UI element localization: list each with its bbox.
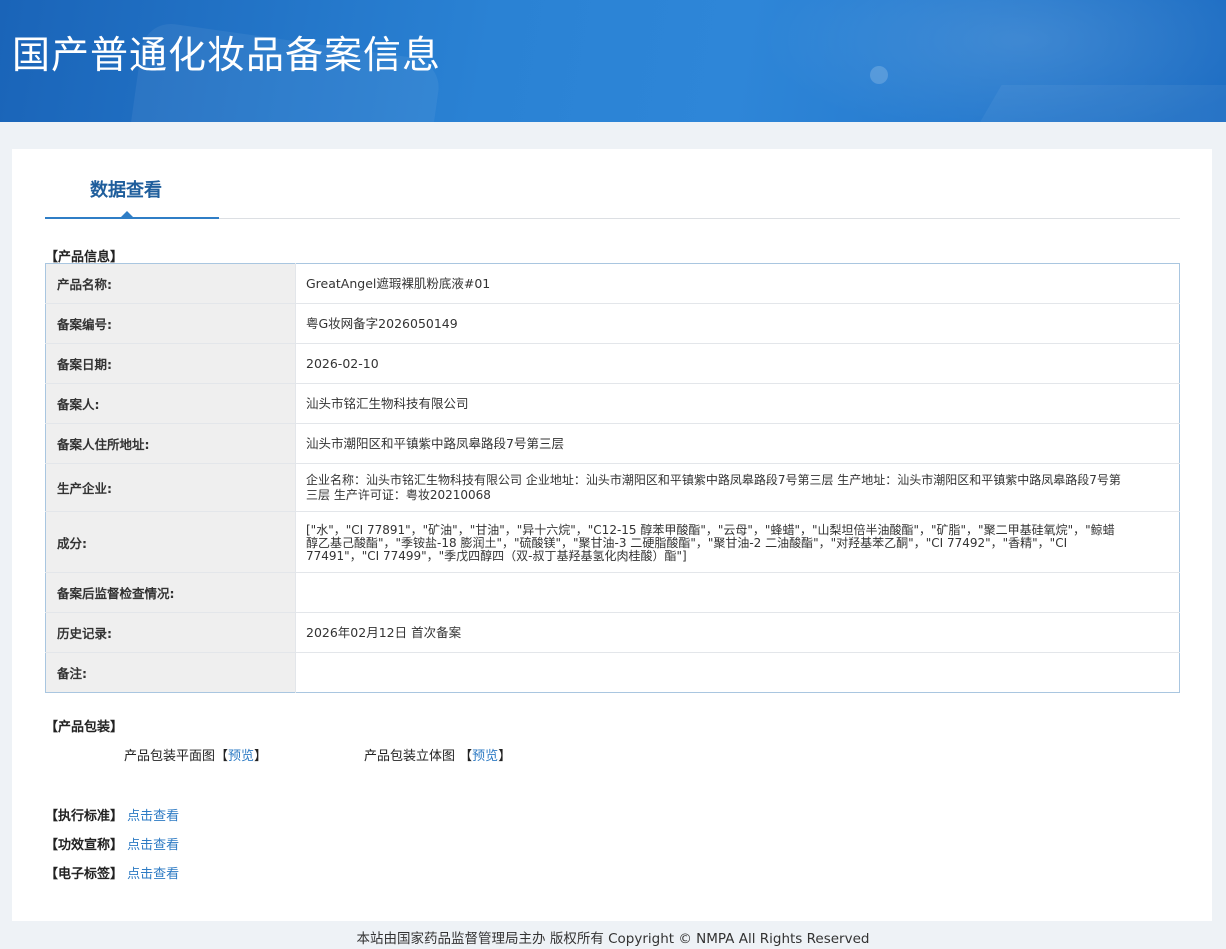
table-row: 生产企业: 企业名称：汕头市铭汇生物科技有限公司 企业地址：汕头市潮阳区和平镇紫… xyxy=(45,463,1180,512)
row-label: 备案后监督检查情况: xyxy=(45,572,296,613)
row-value: 汕头市铭汇生物科技有限公司 xyxy=(295,383,1180,424)
row-value xyxy=(296,653,1180,693)
footer-copyright: 本站由国家药品监督管理局主办 版权所有 Copyright © NMPA All… xyxy=(356,931,870,947)
row-label: 备注: xyxy=(45,652,296,693)
standard-row: 【执行标准】 点击查看 xyxy=(45,805,179,824)
main-card: 数据查看 【产品信息】 产品名称: GreatAngel遮瑕裸肌粉底液#01 备… xyxy=(12,149,1212,921)
row-label: 生产企业: xyxy=(45,463,296,512)
tab-indicator-icon xyxy=(120,211,134,218)
row-label: 产品名称: xyxy=(45,263,296,304)
bracket-close: 】 xyxy=(254,749,268,764)
tab-label: 数据查看 xyxy=(90,180,162,201)
row-value: 2026-02-10 xyxy=(295,343,1180,384)
banner-decoration xyxy=(870,66,888,84)
bracket-close: 】 xyxy=(498,749,512,764)
table-row: 备案人住所地址: 汕头市潮阳区和平镇紫中路凤皋路段7号第三层 xyxy=(45,423,1180,464)
e-label-row: 【电子标签】 点击查看 xyxy=(45,863,179,882)
row-value: ["水"，"CI 77891"，"矿油"，"甘油"，"异十六烷"，"C12-15… xyxy=(295,511,1180,573)
row-label: 备案人: xyxy=(45,383,296,424)
packaging-flat-item: 产品包装平面图【预览】 xyxy=(124,745,267,764)
row-label: 备案编号: xyxy=(45,303,296,344)
page-title: 国产普通化妆品备案信息 xyxy=(12,33,442,77)
row-value: GreatAngel遮瑕裸肌粉底液#01 xyxy=(295,263,1180,304)
table-row: 备案人: 汕头市铭汇生物科技有限公司 xyxy=(45,383,1180,424)
table-row: 备案编号: 粤G妆网备字2026050149 xyxy=(45,303,1180,344)
row-value: 汕头市潮阳区和平镇紫中路凤皋路段7号第三层 xyxy=(295,423,1180,464)
efficacy-row: 【功效宣称】 点击查看 xyxy=(45,834,179,853)
tab-bar: 数据查看 xyxy=(45,149,1180,219)
efficacy-label: 【功效宣称】 xyxy=(45,838,124,853)
product-info-table: 产品名称: GreatAngel遮瑕裸肌粉底液#01 备案编号: 粤G妆网备字2… xyxy=(45,263,1180,693)
table-row: 历史记录: 2026年02月12日 首次备案 xyxy=(45,612,1180,653)
packaging-3d-item: 产品包装立体图 【预览】 xyxy=(364,745,511,764)
standard-view-link[interactable]: 点击查看 xyxy=(127,809,179,824)
row-value: 企业名称：汕头市铭汇生物科技有限公司 企业地址：汕头市潮阳区和平镇紫中路凤皋路段… xyxy=(295,463,1180,512)
bracket-open: 【 xyxy=(459,749,473,764)
row-label: 成分: xyxy=(45,511,296,573)
tab-data-view[interactable]: 数据查看 xyxy=(45,149,219,219)
packaging-3d-preview-link[interactable]: 预览 xyxy=(472,749,498,764)
header-banner: 国产普通化妆品备案信息 xyxy=(0,0,1226,122)
packaging-flat-label: 产品包装平面图 xyxy=(124,749,216,764)
table-row: 备案日期: 2026-02-10 xyxy=(45,343,1180,384)
table-row: 产品名称: GreatAngel遮瑕裸肌粉底液#01 xyxy=(45,263,1180,304)
row-value: 粤G妆网备字2026050149 xyxy=(295,303,1180,344)
packaging-3d-label: 产品包装立体图 xyxy=(364,749,456,764)
standard-label: 【执行标准】 xyxy=(45,809,124,824)
row-value: 2026年02月12日 首次备案 xyxy=(295,612,1180,653)
table-row: 备注: xyxy=(45,652,1180,693)
section-packaging-title: 【产品包装】 xyxy=(45,720,124,735)
row-value xyxy=(295,572,1180,613)
packaging-flat-preview-link[interactable]: 预览 xyxy=(228,749,254,764)
row-label: 历史记录: xyxy=(45,612,296,653)
row-label: 备案人住所地址: xyxy=(45,423,296,464)
banner-decoration xyxy=(978,85,1226,122)
efficacy-view-link[interactable]: 点击查看 xyxy=(127,838,179,853)
e-label-view-link[interactable]: 点击查看 xyxy=(127,867,179,882)
row-label: 备案日期: xyxy=(45,343,296,384)
table-row: 备案后监督检查情况: xyxy=(45,572,1180,613)
e-label-label: 【电子标签】 xyxy=(45,867,124,882)
table-row: 成分: ["水"，"CI 77891"，"矿油"，"甘油"，"异十六烷"，"C1… xyxy=(45,511,1180,573)
bracket-open: 【 xyxy=(215,749,229,764)
